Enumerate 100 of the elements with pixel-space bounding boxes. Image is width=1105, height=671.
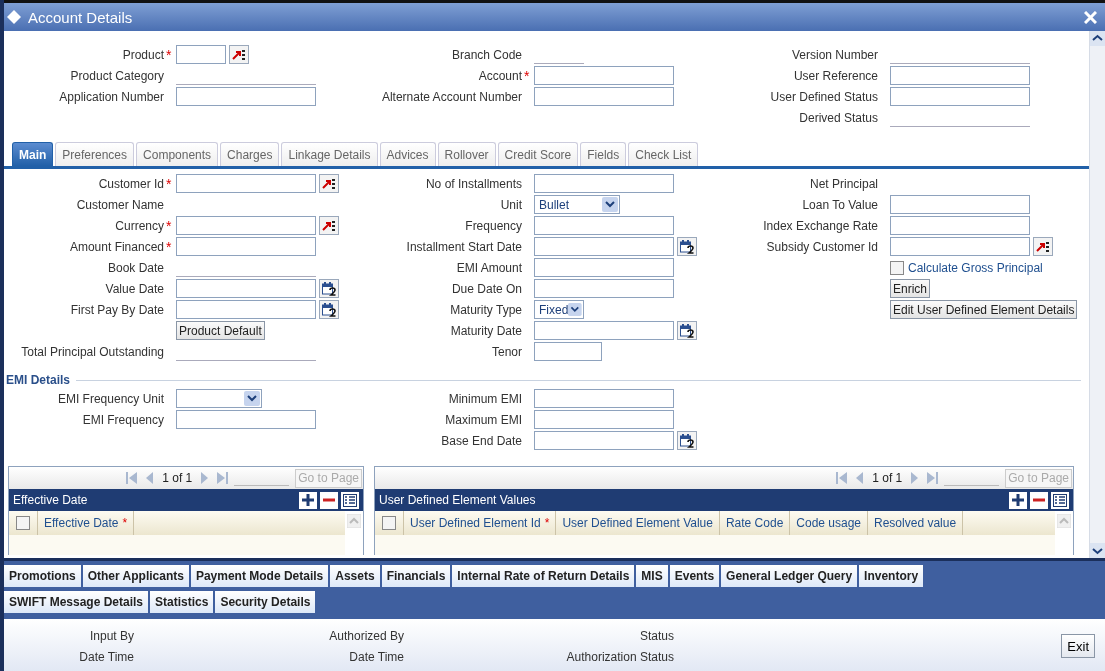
field-label: Product Category	[70, 68, 164, 83]
scrollbar[interactable]	[1089, 31, 1105, 558]
field-label: Version Number	[791, 47, 878, 62]
text-field[interactable]	[176, 300, 316, 319]
tab[interactable]: Linkage Details	[281, 142, 378, 166]
page-indicator: 1 of 1	[162, 471, 193, 485]
text-field[interactable]	[176, 410, 316, 429]
lookup-button[interactable]	[319, 216, 339, 235]
required-mark: *	[544, 516, 550, 530]
delete-row-button[interactable]	[320, 491, 338, 509]
exit-button[interactable]: Exit	[1061, 634, 1095, 658]
text-field[interactable]	[534, 87, 674, 106]
subsystem-tab[interactable]: MIS	[636, 565, 668, 587]
text-field[interactable]	[534, 237, 674, 256]
text-field[interactable]	[890, 66, 1030, 85]
lookup-button[interactable]	[319, 174, 339, 193]
lookup-button[interactable]	[229, 45, 249, 64]
select-all-checkbox[interactable]	[382, 516, 396, 530]
text-field[interactable]	[534, 431, 674, 450]
subsystem-tab[interactable]: General Ledger Query	[721, 565, 858, 587]
text-field[interactable]	[534, 174, 674, 193]
tab[interactable]: Rollover	[437, 142, 496, 166]
text-field[interactable]	[534, 389, 674, 408]
tab[interactable]: Fields	[580, 142, 627, 166]
dropdown[interactable]: Bullet	[534, 195, 620, 214]
plus-icon	[1012, 494, 1024, 506]
subsystem-tab[interactable]: Internal Rate of Return Details	[452, 565, 635, 587]
subsystem-tab[interactable]: Events	[669, 565, 720, 587]
field-label: Customer Name	[76, 197, 164, 212]
close-icon[interactable]	[1084, 10, 1097, 24]
text-field[interactable]	[534, 216, 674, 235]
text-field[interactable]	[890, 237, 1030, 256]
text-field[interactable]	[890, 195, 1030, 214]
text-field[interactable]	[176, 87, 316, 106]
list-view-button[interactable]	[1051, 491, 1069, 509]
subsystem-tab[interactable]: Statistics	[150, 591, 214, 613]
required-mark: *	[166, 175, 172, 192]
text-field[interactable]	[890, 87, 1030, 106]
text-field[interactable]	[534, 258, 674, 277]
subsystem-tab[interactable]: Payment Mode Details	[190, 565, 329, 587]
subsystem-tab[interactable]: SWIFT Message Details	[4, 591, 149, 613]
text-field[interactable]	[534, 66, 674, 85]
calendar-button[interactable]	[677, 321, 697, 340]
add-row-button[interactable]	[1009, 491, 1027, 509]
subsystem-tab[interactable]: Other Applicants	[82, 565, 189, 587]
field-label: Product	[122, 47, 164, 62]
text-field[interactable]	[534, 410, 674, 429]
text-field[interactable]	[534, 279, 674, 298]
dropdown[interactable]: Fixed	[534, 300, 584, 319]
subsystem-tab[interactable]: Inventory	[859, 565, 924, 587]
text-field[interactable]	[176, 279, 316, 298]
dropdown[interactable]	[176, 389, 262, 408]
delete-row-button[interactable]	[1030, 491, 1048, 509]
lookup-icon	[232, 48, 246, 61]
action-button[interactable]: Enrich	[890, 279, 930, 298]
tab[interactable]: Main	[12, 142, 54, 166]
calendar-button[interactable]	[319, 279, 339, 298]
add-row-button[interactable]	[299, 491, 317, 509]
field-label: User Reference	[793, 68, 878, 83]
field-label: Frequency	[465, 218, 522, 233]
text-field[interactable]	[890, 216, 1030, 235]
tab[interactable]: Preferences	[55, 142, 135, 166]
first-page-icon[interactable]	[836, 471, 849, 485]
tab[interactable]: Charges	[220, 142, 280, 166]
action-button[interactable]: Product Default	[176, 321, 265, 340]
calendar-button[interactable]	[677, 237, 697, 256]
text-field[interactable]	[176, 237, 316, 256]
subsystem-tab[interactable]: Promotions	[4, 565, 81, 587]
subsystem-tab[interactable]: Financials	[381, 565, 451, 587]
lookup-button[interactable]	[1033, 237, 1053, 256]
field-label: Net Principal	[809, 176, 878, 191]
last-page-icon[interactable]	[926, 471, 939, 485]
scroll-down-icon[interactable]	[1090, 543, 1105, 558]
field-label: Alternate Account Number	[381, 89, 522, 104]
tab[interactable]: Credit Score	[497, 142, 579, 166]
last-page-icon[interactable]	[216, 471, 229, 485]
first-page-icon[interactable]	[126, 471, 139, 485]
checkbox[interactable]	[890, 260, 904, 275]
tab[interactable]: Advices	[379, 142, 436, 166]
field-label: EMI Amount	[456, 260, 522, 275]
chevron-down-icon	[602, 197, 618, 212]
field-label: Branch Code	[451, 47, 522, 62]
scroll-up-icon[interactable]	[1090, 31, 1105, 46]
list-view-button[interactable]	[341, 491, 359, 509]
select-all-checkbox[interactable]	[16, 516, 30, 530]
tab[interactable]: Check List	[628, 142, 699, 166]
text-field[interactable]	[176, 216, 316, 235]
text-field[interactable]	[534, 342, 602, 361]
calendar-button[interactable]	[677, 431, 697, 450]
tab[interactable]: Components	[136, 142, 219, 166]
text-field[interactable]	[176, 174, 316, 193]
action-button[interactable]: Edit User Defined Element Details	[890, 300, 1078, 319]
text-field[interactable]	[176, 45, 226, 64]
subsystem-tab[interactable]: Security Details	[215, 591, 316, 613]
list-icon	[1053, 493, 1067, 507]
calendar-button[interactable]	[319, 300, 339, 319]
field-label: Total Principal Outstanding	[21, 344, 164, 359]
grid-title: Effective Date	[13, 493, 88, 507]
subsystem-tab[interactable]: Assets	[330, 565, 380, 587]
text-field[interactable]	[534, 321, 674, 340]
